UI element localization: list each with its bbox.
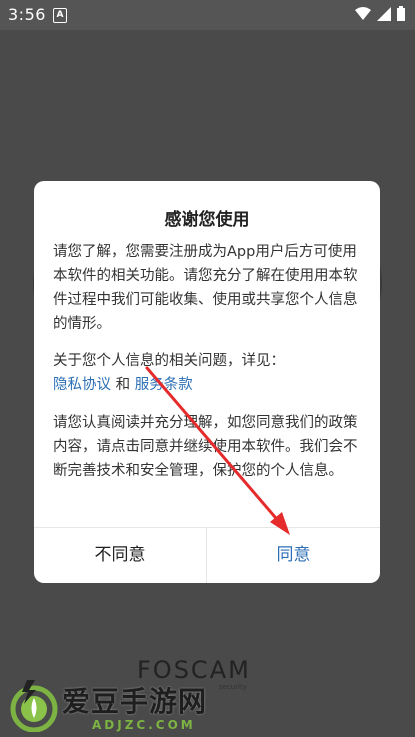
watermark-logo-icon [10,680,58,732]
battery-icon [397,6,405,21]
privacy-policy-link[interactable]: 隐私协议 [53,377,111,393]
notification-a-icon: A [53,8,67,23]
watermark-url: ADJZC.COM [92,718,196,732]
agree-button[interactable]: 同意 [207,528,380,583]
status-bar: 3:56 A [0,0,415,30]
privacy-dialog: 感谢您使用 请您了解，您需要注册成为App用户后方可使用本软件的相关功能。请您充… [34,181,380,583]
dialog-paragraph-links: 关于您个人信息的相关问题，详见： 隐私协议 和 服务条款 [53,349,365,397]
and-text: 和 [115,377,131,393]
dialog-title: 感谢您使用 [164,210,250,230]
disagree-button[interactable]: 不同意 [34,528,206,583]
wifi-icon [355,6,371,20]
status-time: 3:56 [8,5,46,24]
brand-tagline: security [219,683,247,691]
watermark-title: 爱豆手游网 [62,685,208,718]
status-icons [355,6,405,21]
terms-of-service-link[interactable]: 服务条款 [135,377,193,393]
signal-icon [377,6,391,21]
links-prefix: 关于您个人信息的相关问题，详见： [53,353,285,369]
dialog-paragraph-intro: 请您了解，您需要注册成为App用户后方可使用本软件的相关功能。请您充分了解在使用… [53,244,358,332]
dialog-paragraph-consent: 请您认真阅读并充分理解，如您同意我们的政策内容，请点击同意并继续使用本软件。我们… [53,415,358,479]
